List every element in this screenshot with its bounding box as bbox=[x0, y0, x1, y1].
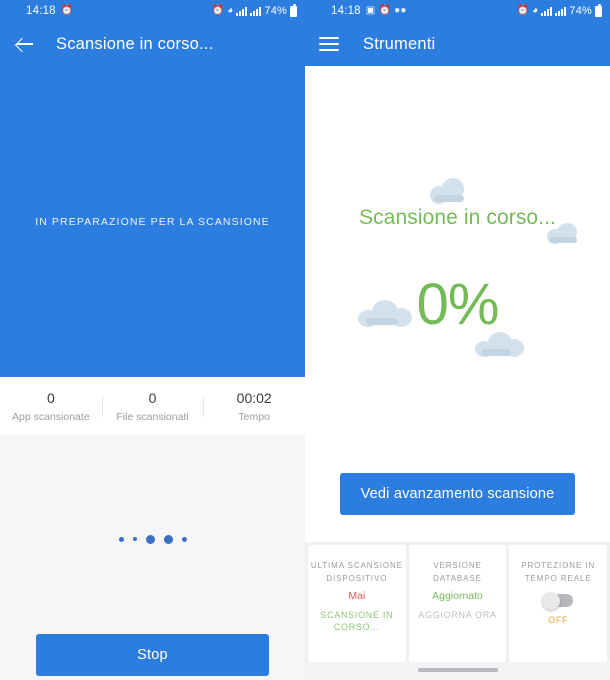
loading-dot bbox=[118, 536, 124, 542]
card-last-device-scan[interactable]: ULTIMA SCANSIONE DISPOSITIVO Mai SCANSIO… bbox=[308, 545, 406, 662]
status-time: 14:18 bbox=[331, 5, 361, 17]
battery-percent: 74% bbox=[569, 5, 592, 17]
loading-dots-indicator bbox=[118, 533, 187, 545]
status-time: 14:18 bbox=[26, 5, 56, 17]
view-scan-progress-button[interactable]: Vedi avanzamento scansione bbox=[340, 473, 575, 515]
card-title: ULTIMA SCANSIONE DISPOSITIVO bbox=[310, 561, 403, 583]
status-bar-left: 14:18 ⏰ ⏰ ◕ 74% bbox=[0, 0, 305, 22]
status-left-icons: ▣ ⏰ ●● bbox=[366, 6, 407, 16]
stat-label: App scansionate bbox=[12, 410, 90, 423]
alarm-icon: ⏰ bbox=[60, 5, 74, 16]
stat-apps-scanned: 0 App scansionate bbox=[0, 390, 102, 423]
card-realtime-protection[interactable]: PROTEZIONE IN TEMPO REALE OFF bbox=[509, 545, 608, 662]
card-value: Mai bbox=[348, 590, 366, 602]
page-title: Strumenti bbox=[363, 34, 436, 53]
image-icon: ▣ bbox=[365, 5, 376, 16]
app-bar-right: Strumenti bbox=[305, 22, 610, 66]
alarm-icon: ⏰ bbox=[516, 5, 530, 16]
loading-dot bbox=[181, 536, 187, 542]
scan-percentage: 0% bbox=[416, 272, 500, 337]
card-action-label[interactable]: SCANSIONE IN CORSO... bbox=[308, 609, 406, 633]
battery-icon bbox=[290, 3, 297, 17]
status-cards-row: ULTIMA SCANSIONE DISPOSITIVO Mai SCANSIO… bbox=[305, 542, 610, 662]
scan-status-label: IN PREPARAZIONE PER LA SCANSIONE bbox=[35, 215, 270, 228]
loading-dot bbox=[132, 537, 137, 541]
alarm-icon: ⏰ bbox=[211, 5, 225, 16]
signal-icon bbox=[250, 6, 262, 16]
stat-label: File scansionati bbox=[116, 410, 189, 423]
loading-dot bbox=[145, 534, 155, 544]
alarm-icon: ⏰ bbox=[378, 5, 392, 16]
stat-files-scanned: 0 File scansionati bbox=[101, 389, 204, 423]
card-action-label[interactable]: AGGIORNA ORA bbox=[418, 609, 496, 621]
hamburger-icon[interactable] bbox=[319, 33, 339, 54]
card-database-version[interactable]: VERSIONE DATABASE Aggiornato AGGIORNA OR… bbox=[408, 545, 507, 662]
loading-dot bbox=[163, 534, 173, 544]
signal-icon bbox=[555, 6, 567, 16]
app-bar-left: Scansione in corso... bbox=[0, 22, 305, 66]
messenger-icon: ●● bbox=[394, 5, 407, 16]
realtime-protection-toggle[interactable] bbox=[542, 591, 574, 610]
stat-time: 00:02 Tempo bbox=[203, 390, 305, 423]
signal-icon bbox=[236, 6, 248, 16]
status-bar-right: 14:18 ▣ ⏰ ●● ⏰ ◕ 74% bbox=[305, 0, 610, 22]
stat-value: 00:02 bbox=[236, 389, 272, 406]
battery-icon bbox=[595, 3, 602, 17]
status-right-icons: ⏰ ◕ 74% bbox=[211, 3, 297, 17]
card-action-label: OFF bbox=[548, 615, 569, 625]
right-screen: 14:18 ▣ ⏰ ●● ⏰ ◕ 74% Strumenti Scansione… bbox=[305, 0, 610, 680]
page-title: Scansione in corso... bbox=[56, 34, 214, 53]
stat-value: 0 bbox=[148, 389, 157, 406]
card-value: Aggiornato bbox=[432, 590, 483, 602]
cloud-icon bbox=[428, 178, 476, 204]
battery-percent: 74% bbox=[264, 5, 287, 17]
wifi-icon: ◕ bbox=[227, 5, 234, 16]
scan-stats-row: 0 App scansionate 0 File scansionati 00:… bbox=[0, 377, 305, 435]
back-arrow-icon[interactable] bbox=[14, 33, 36, 55]
tools-content: Scansione in corso... 0% Vedi avanzament… bbox=[305, 66, 610, 542]
wifi-icon: ◕ bbox=[532, 5, 539, 16]
scan-hero: IN PREPARAZIONE PER LA SCANSIONE bbox=[0, 66, 305, 377]
card-title: VERSIONE DATABASE bbox=[433, 561, 482, 583]
right-footer bbox=[305, 662, 610, 680]
stop-button[interactable]: Stop bbox=[36, 634, 269, 676]
status-left-icons: ⏰ bbox=[61, 6, 74, 16]
signal-icon bbox=[541, 6, 553, 16]
stat-label: Tempo bbox=[238, 410, 270, 423]
status-right-icons: ⏰ ◕ 74% bbox=[516, 3, 602, 17]
left-body: Stop bbox=[0, 435, 305, 680]
home-indicator[interactable] bbox=[417, 668, 498, 672]
scan-heading: Scansione in corso... bbox=[358, 206, 557, 229]
card-title: PROTEZIONE IN TEMPO REALE bbox=[521, 561, 596, 583]
stat-value: 0 bbox=[46, 389, 55, 406]
left-screen: 14:18 ⏰ ⏰ ◕ 74% Scansione in corso... IN… bbox=[0, 0, 305, 680]
dual-screenshot-container: 14:18 ⏰ ⏰ ◕ 74% Scansione in corso... IN… bbox=[0, 0, 610, 680]
